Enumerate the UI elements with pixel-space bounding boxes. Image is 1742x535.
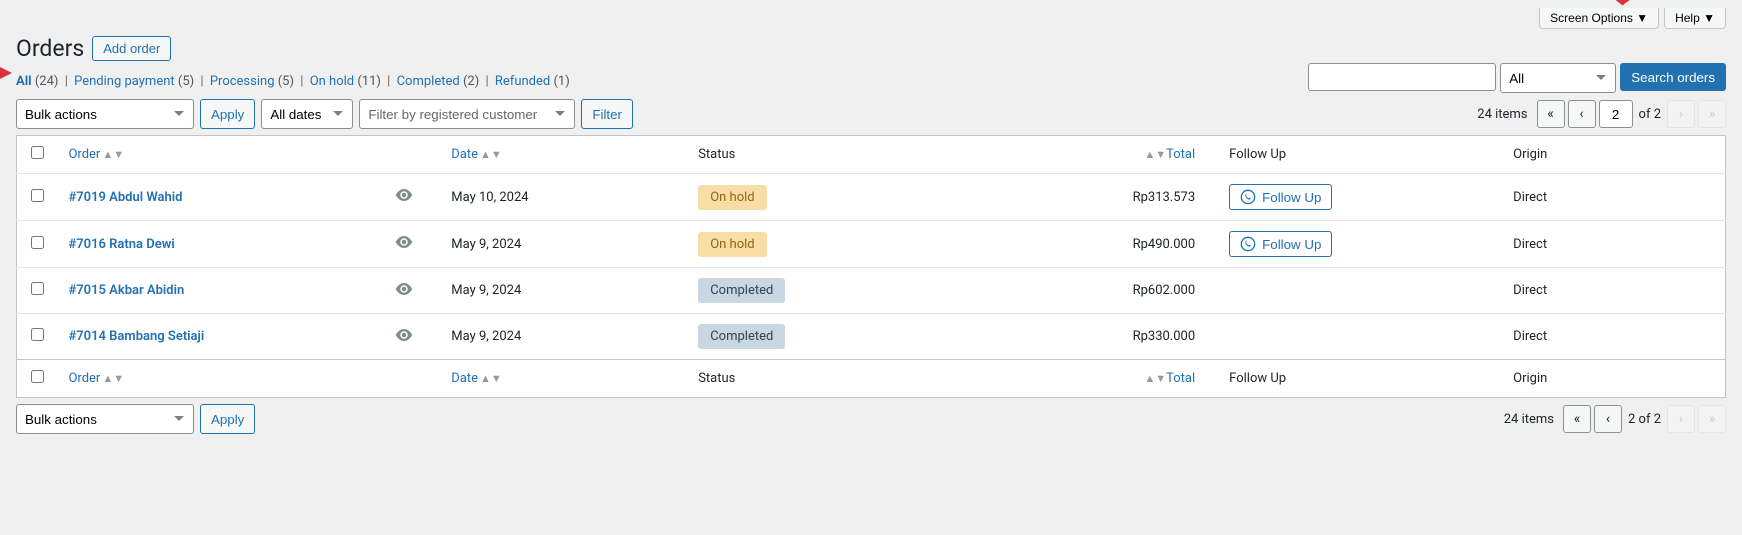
col-status-bottom: Status [688,360,1071,398]
page-display-bottom: 2 of 2 [1628,412,1661,427]
preview-icon[interactable] [395,328,413,342]
row-checkbox[interactable] [31,236,44,249]
sort-order-bottom[interactable]: Order▲▼ [68,371,124,386]
annotation-arrow-search-input [0,61,14,85]
screen-options-label: Screen Options [1550,11,1633,25]
bulk-actions-select-top[interactable]: Bulk actions [16,99,194,129]
apply-button-top[interactable]: Apply [200,99,255,129]
screen-options-button[interactable]: Screen Options ▼ [1539,8,1659,29]
table-row: #7019 Abdul Wahid May 10, 2024 On hold Rp31… [17,174,1726,221]
prev-page-button[interactable]: ‹ [1568,100,1596,128]
order-link[interactable]: #7016 Ratna Dewi [68,237,174,252]
add-order-button[interactable]: Add order [92,36,171,61]
next-page-button: › [1667,100,1695,128]
sort-total-bottom[interactable]: ▲▼Total [1142,371,1195,386]
search-orders-button[interactable]: Search orders [1620,63,1726,91]
first-page-button[interactable]: « [1537,100,1565,128]
col-status: Status [688,136,1071,174]
table-row: #7015 Akbar Abidin May 9, 2024 Completed Rp… [17,268,1726,314]
order-origin: Direct [1503,174,1725,221]
table-row: #7014 Bambang Setiaji May 9, 2024 Complete… [17,314,1726,360]
order-origin: Direct [1503,314,1725,360]
order-total: Rp330.000 [1071,314,1219,360]
order-date: May 10, 2024 [441,174,688,221]
apply-button-bottom[interactable]: Apply [200,404,255,434]
order-link[interactable]: #7014 Bambang Setiaji [68,329,204,344]
order-origin: Direct [1503,221,1725,268]
col-origin: Origin [1503,136,1725,174]
status-badge: On hold [698,185,766,210]
prev-page-button-bottom[interactable]: ‹ [1594,405,1622,433]
sort-order[interactable]: Order▲▼ [68,147,124,162]
last-page-button: » [1698,100,1726,128]
preview-icon[interactable] [395,282,413,296]
order-link[interactable]: #7015 Akbar Abidin [68,283,184,298]
select-all-checkbox-top[interactable] [31,146,44,159]
followup-button[interactable]: Follow Up [1229,231,1332,257]
preview-icon[interactable] [395,188,413,202]
date-filter-select[interactable]: All dates [261,99,353,129]
order-search-input[interactable] [1308,63,1496,91]
registered-type-select[interactable]: All [1500,63,1616,93]
row-checkbox[interactable] [31,189,44,202]
annotation-arrow-search-button [1586,0,1634,10]
col-followup: Follow Up [1219,136,1503,174]
order-link[interactable]: #7019 Abdul Wahid [68,190,182,205]
help-label: Help [1675,11,1700,25]
row-checkbox[interactable] [31,282,44,295]
sort-total[interactable]: ▲▼Total [1142,147,1195,162]
page-title: Orders [16,35,84,62]
select-all-checkbox-bottom[interactable] [31,370,44,383]
col-followup-bottom: Follow Up [1219,360,1503,398]
order-total: Rp490.000 [1071,221,1219,268]
first-page-button-bottom[interactable]: « [1563,405,1591,433]
filter-button[interactable]: Filter [581,99,633,129]
table-row: #7016 Ratna Dewi May 9, 2024 On hold Rp490.… [17,221,1726,268]
help-button[interactable]: Help ▼ [1664,8,1726,29]
col-origin-bottom: Origin [1503,360,1725,398]
whatsapp-icon [1240,189,1256,205]
page-number-input[interactable] [1599,100,1633,128]
items-count-top: 24 items [1477,107,1527,122]
order-total: Rp313.573 [1071,174,1219,221]
status-badge: Completed [698,324,785,349]
row-checkbox[interactable] [31,328,44,341]
order-total: Rp602.000 [1071,268,1219,314]
followup-button[interactable]: Follow Up [1229,184,1332,210]
order-date: May 9, 2024 [441,221,688,268]
preview-icon[interactable] [395,235,413,249]
sort-date[interactable]: Date▲▼ [451,147,502,162]
status-badge: On hold [698,232,766,257]
sort-date-bottom[interactable]: Date▲▼ [451,371,502,386]
next-page-button-bottom: › [1667,405,1695,433]
order-date: May 9, 2024 [441,314,688,360]
page-total-label: of 2 [1639,107,1661,122]
items-count-bottom: 24 items [1504,412,1554,427]
order-origin: Direct [1503,268,1725,314]
bulk-actions-select-bottom[interactable]: Bulk actions [16,404,194,434]
last-page-button-bottom: » [1698,405,1726,433]
whatsapp-icon [1240,236,1256,252]
order-date: May 9, 2024 [441,268,688,314]
status-badge: Completed [698,278,785,303]
customer-filter-select[interactable]: Filter by registered customer [359,99,575,129]
